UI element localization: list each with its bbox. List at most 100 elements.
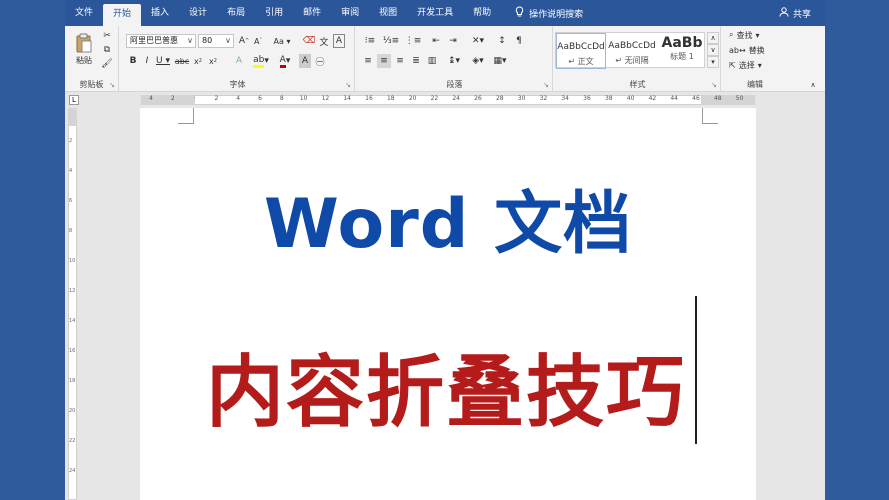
find-button[interactable]: ⌕ 查找 ▾ <box>729 28 781 42</box>
vruler-tick: 6 <box>69 198 73 204</box>
styles-more-icon[interactable]: ▾ <box>707 56 719 68</box>
tab-layout[interactable]: 布局 <box>217 0 255 26</box>
group-editing: ⌕ 查找 ▾ ab↔ 替换 ⇱ 选择 ▾ 编辑 <box>723 26 787 92</box>
bold-icon[interactable]: B <box>127 54 139 68</box>
ribbon-home: 粘贴 ✂ ⧉ 🖌 剪贴板 ↘ 阿里巴巴普惠 ∨ 80 ∨ A ^ Aˇ Aa ▾ … <box>65 26 825 92</box>
increase-indent-icon[interactable]: ⇥ <box>446 34 460 48</box>
collapse-ribbon-icon[interactable]: ∧ <box>807 80 819 90</box>
tab-home[interactable]: 开始 <box>103 4 142 26</box>
italic-icon[interactable]: I <box>141 54 153 68</box>
subscript-icon[interactable]: x2 <box>192 54 204 68</box>
borders-icon[interactable]: ▦▾ <box>491 54 509 68</box>
style-heading1-sample: AaBb <box>661 35 703 51</box>
numbering-icon[interactable]: ⅓≡ <box>382 34 400 48</box>
paragraph-launcher-icon[interactable]: ↘ <box>543 81 549 89</box>
tab-selector[interactable]: L <box>69 95 79 105</box>
tab-mailings[interactable]: 邮件 <box>293 0 331 26</box>
horizontal-ruler[interactable]: 4 2 · 2 4 6 8 10 12 14 16 18 20 22 24 26 28 30 32 34 36 38 40 4… <box>65 92 825 108</box>
character-border-icon[interactable]: A <box>333 34 345 48</box>
vruler-tick: 22 <box>69 438 76 444</box>
styles-scroll-up-icon[interactable]: ∧ <box>707 32 719 44</box>
tab-developer[interactable]: 开发工具 <box>407 0 463 26</box>
phonetic-guide-icon[interactable]: 文 <box>318 34 330 48</box>
vruler-tick: 2 <box>69 138 73 144</box>
clear-format-icon[interactable]: ⌫ <box>303 34 316 48</box>
vruler-tick: 12 <box>69 288 76 294</box>
font-color-icon[interactable]: A ▾ <box>276 54 294 68</box>
editing-group-label: 编辑 <box>747 80 763 89</box>
text-effects-icon[interactable]: A <box>233 54 245 68</box>
font-group-label: 字体 <box>229 80 246 89</box>
style-heading1-name: 标题 1 <box>670 52 694 61</box>
share-button[interactable]: 共享 <box>779 6 825 20</box>
styles-scroll-down-icon[interactable]: ∨ <box>707 44 719 56</box>
tell-me-search[interactable]: 操作说明搜索 <box>507 5 583 21</box>
chevron-down-icon: ▾ <box>755 30 760 40</box>
character-shading-icon[interactable]: A <box>299 54 311 68</box>
tab-insert[interactable]: 插入 <box>141 0 179 26</box>
document-heading-line1[interactable]: Word 文档 <box>140 168 756 267</box>
replace-button[interactable]: ab↔ 替换 <box>729 43 781 57</box>
document-page[interactable]: Word 文档 内容折叠技巧 <box>140 108 756 500</box>
line-spacing-icon[interactable]: ↨▾ <box>445 54 463 68</box>
ruler-tick: 10 <box>299 95 308 102</box>
align-left-icon[interactable]: ≡ <box>361 54 375 68</box>
vruler-tick: 8 <box>69 228 73 234</box>
styles-group-label: 样式 <box>629 80 646 89</box>
tab-file[interactable]: 文件 <box>65 0 103 26</box>
ruler-tick: 36 <box>583 95 591 102</box>
chinese-layout-icon[interactable]: ✕▾ <box>469 34 487 48</box>
grow-font-icon[interactable]: A ^ <box>238 34 250 48</box>
change-case-icon[interactable]: Aa ▾ <box>271 34 293 48</box>
styles-launcher-icon[interactable]: ↘ <box>711 81 717 89</box>
align-right-icon[interactable]: ≡ <box>393 54 407 68</box>
copy-icon[interactable]: ⧉ <box>101 44 113 56</box>
multilevel-list-icon[interactable]: ⋮≡ <box>404 34 422 48</box>
paste-button[interactable]: 粘贴 <box>71 30 97 68</box>
ruler-tick: · <box>193 95 196 102</box>
document-heading-line2[interactable]: 内容折叠技巧 <box>206 330 686 442</box>
distributed-icon[interactable]: ▥ <box>425 54 439 68</box>
tab-references[interactable]: 引用 <box>255 0 293 26</box>
font-launcher-icon[interactable]: ↘ <box>345 81 351 89</box>
tab-view[interactable]: 视图 <box>369 0 407 26</box>
font-size-combo[interactable]: 80 ∨ <box>198 34 234 48</box>
tab-review[interactable]: 审阅 <box>331 0 369 26</box>
sort-icon[interactable]: ↕ <box>495 34 509 48</box>
styles-gallery: AaBbCcDd ↵ 正文 AaBbCcDd ↵ 无间隔 AaBb 标题 1 <box>555 32 706 69</box>
show-marks-icon[interactable]: ¶ <box>512 34 526 48</box>
ruler-tick: 2 <box>170 95 175 102</box>
highlight-color-icon[interactable]: ab ▾ <box>252 54 270 68</box>
shading-icon[interactable]: ◈▾ <box>469 54 487 68</box>
superscript-icon[interactable]: x2 <box>207 54 219 68</box>
justify-icon[interactable]: ≣ <box>409 54 423 68</box>
strikethrough-icon[interactable]: abc <box>175 54 189 68</box>
ruler-tick: 2 <box>214 95 219 102</box>
font-size-value: 80 <box>202 36 213 45</box>
shrink-font-icon[interactable]: Aˇ <box>252 34 264 48</box>
font-name-combo[interactable]: 阿里巴巴普惠 ∨ <box>126 34 196 48</box>
tab-design[interactable]: 设计 <box>179 0 217 26</box>
vertical-ruler[interactable]: 2 4 6 8 10 12 14 16 18 20 22 24 <box>65 108 79 500</box>
decrease-indent-icon[interactable]: ⇤ <box>429 34 443 48</box>
paste-label: 粘贴 <box>76 55 92 65</box>
style-heading1[interactable]: AaBb 标题 1 <box>658 33 706 69</box>
clipboard-launcher-icon[interactable]: ↘ <box>109 81 115 89</box>
cut-icon[interactable]: ✂ <box>101 30 113 42</box>
bullets-icon[interactable]: ⁝≡ <box>361 34 379 48</box>
style-normal[interactable]: AaBbCcDd ↵ 正文 <box>556 33 606 69</box>
group-paragraph: ⁝≡ ⅓≡ ⋮≡ ⇤ ⇥ ✕▾ ↕ ¶ ≡ ≡ ≡ ≣ ▥ ↨▾ ◈▾ ▦▾ 段… <box>357 26 553 92</box>
enclose-character-icon[interactable]: ㊀ <box>314 54 326 68</box>
vruler-tick: 18 <box>69 378 76 384</box>
select-button[interactable]: ⇱ 选择 ▾ <box>729 58 781 72</box>
vruler-tick: 24 <box>69 468 76 474</box>
ruler-tick: 38 <box>604 95 613 102</box>
format-painter-icon[interactable]: 🖌 <box>101 58 113 70</box>
align-center-icon[interactable]: ≡ <box>377 54 391 68</box>
ruler-tick: 18 <box>386 95 395 102</box>
style-no-spacing[interactable]: AaBbCcDd ↵ 无间隔 <box>607 33 657 69</box>
ruler-tick: 34 <box>561 95 570 102</box>
vruler-tick: 4 <box>69 168 73 174</box>
underline-icon[interactable]: U ▾ <box>155 54 171 68</box>
tab-help[interactable]: 帮助 <box>463 0 501 26</box>
